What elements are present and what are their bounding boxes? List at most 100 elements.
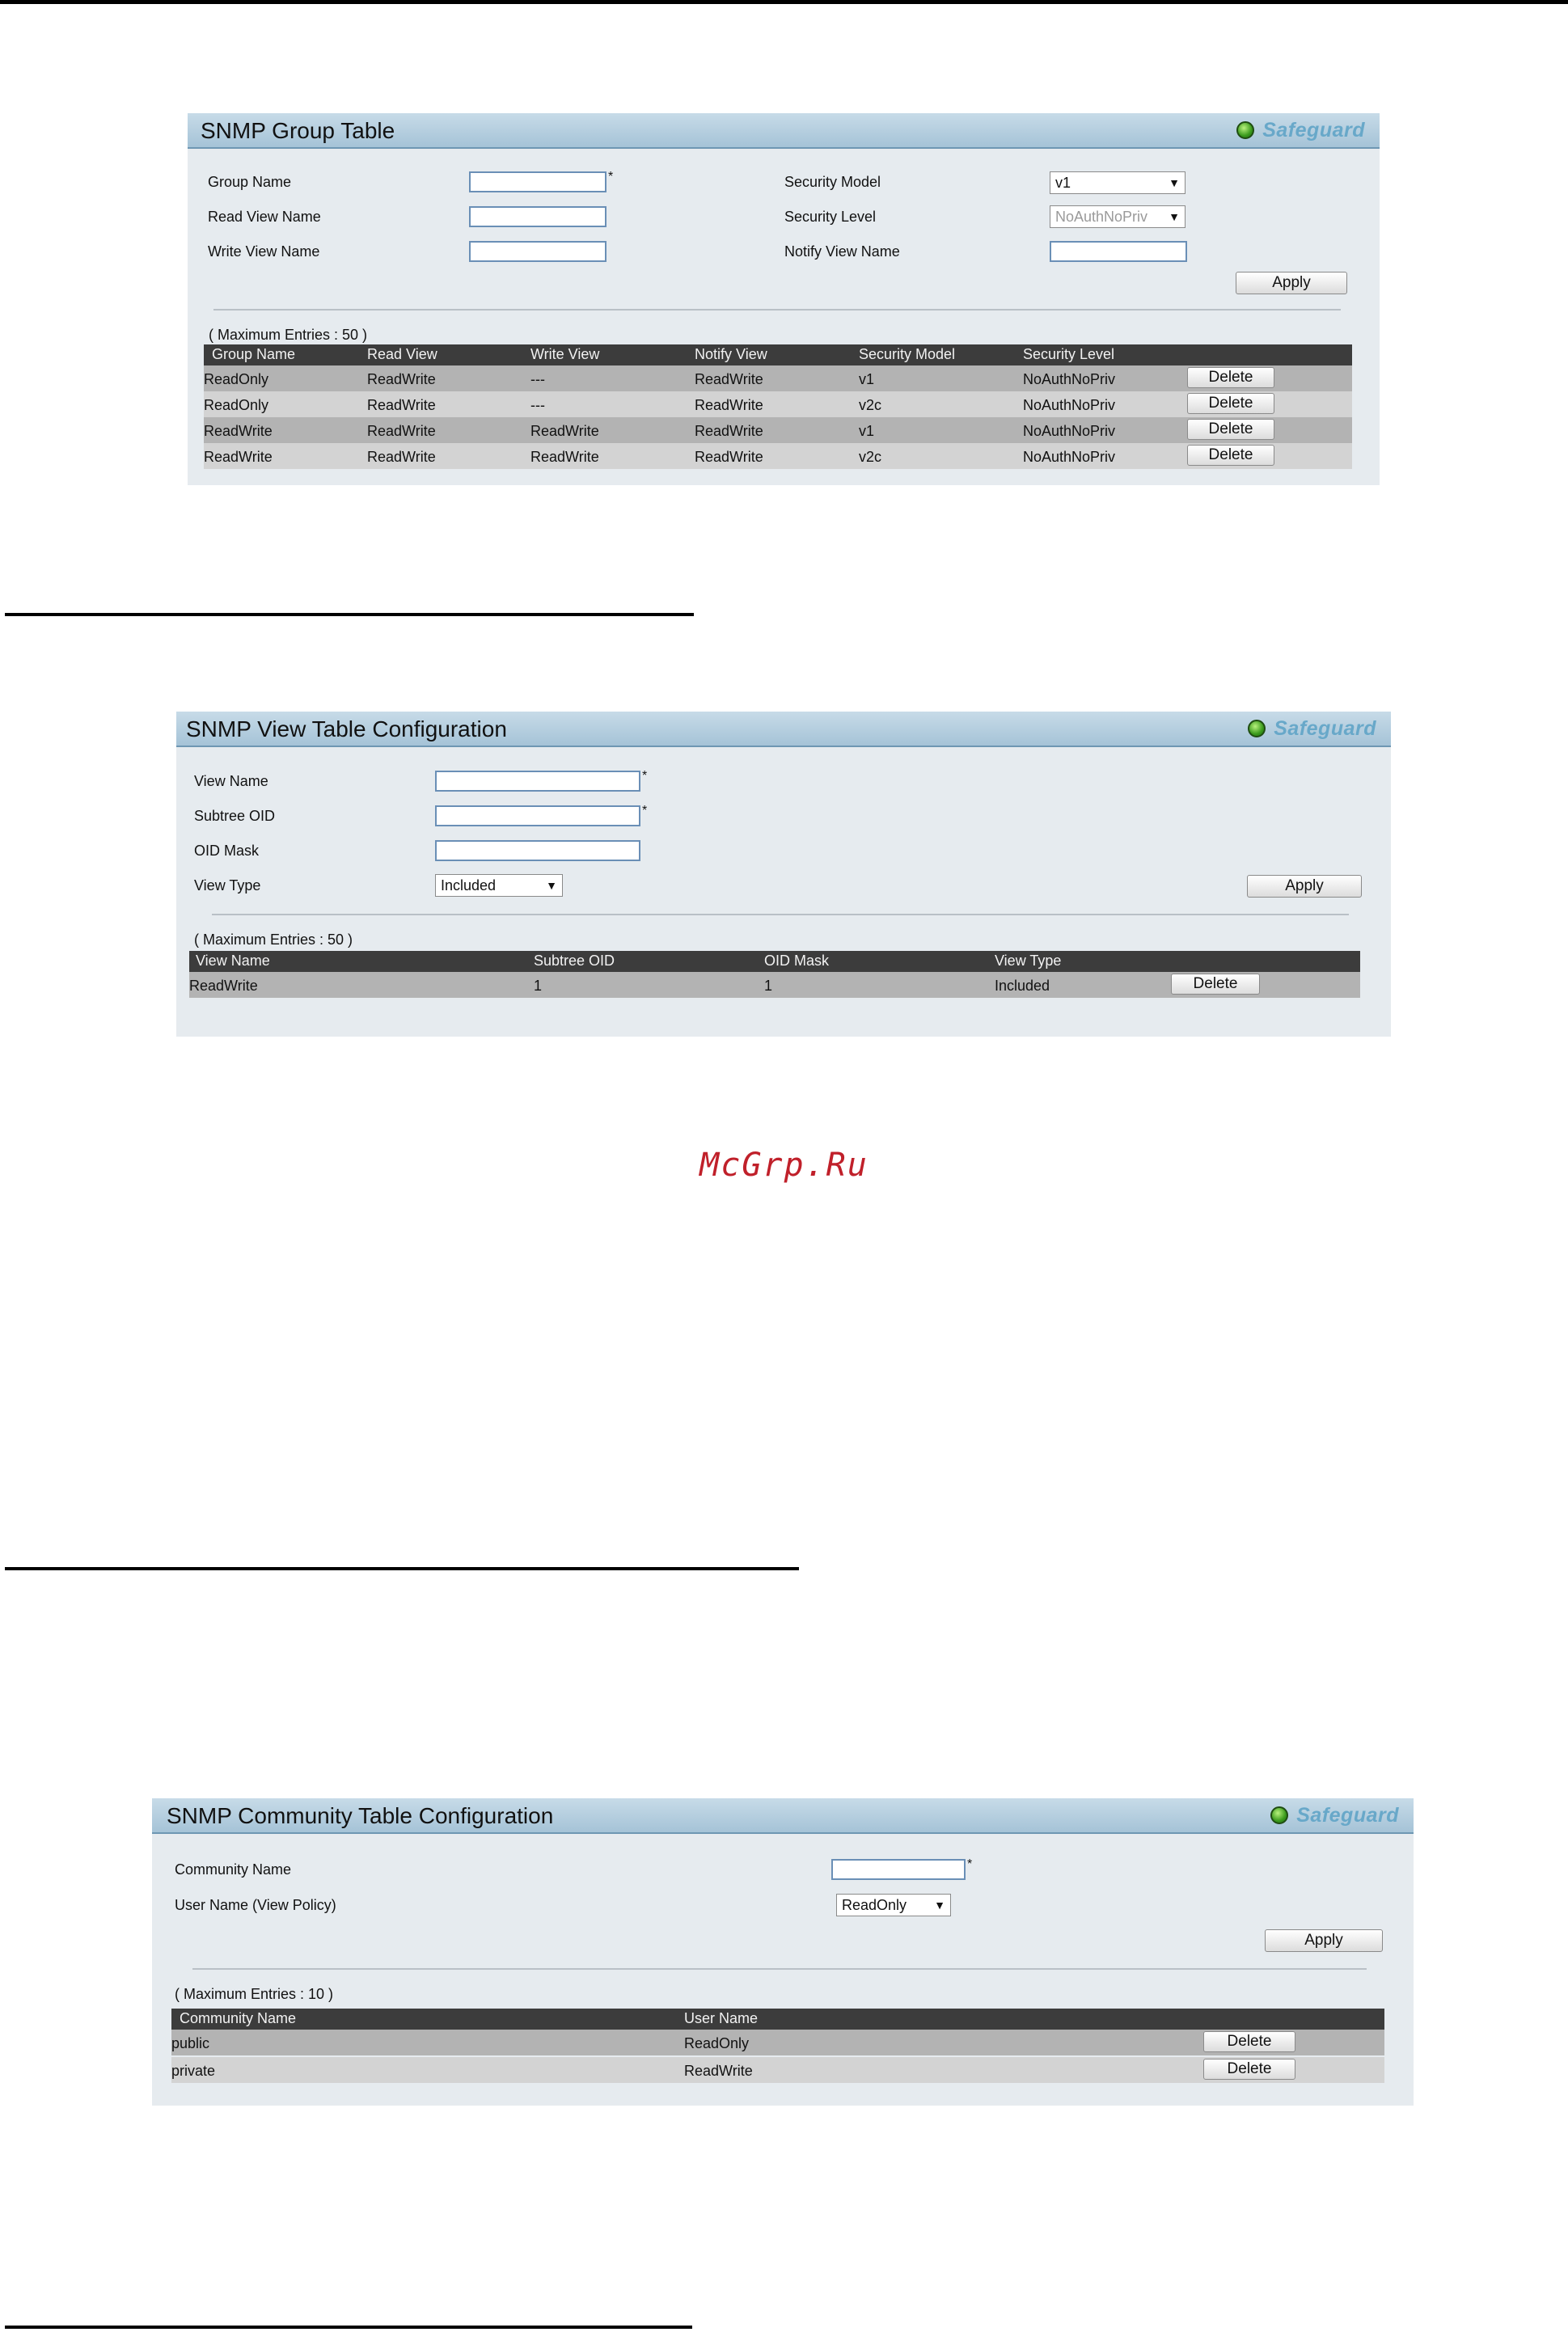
notify-view-name-input[interactable]: [1050, 241, 1187, 262]
security-level-value: NoAuthNoPriv: [1055, 209, 1148, 225]
column-header: Subtree OID: [534, 953, 615, 969]
safeguard-indicator: Safeguard: [1270, 1804, 1399, 1827]
table-cell: ReadWrite: [204, 449, 273, 465]
table-row: private ReadWrite Delete: [171, 2057, 1384, 2083]
view-type-value: Included: [441, 877, 497, 894]
table-cell: v2c: [859, 397, 882, 413]
apply-button[interactable]: Apply: [1265, 1929, 1383, 1952]
panel-title: SNMP View Table Configuration: [186, 716, 507, 741]
community-name-input[interactable]: [831, 1859, 966, 1880]
user-name-label: User Name (View Policy): [175, 1897, 336, 1913]
table-cell: ReadWrite: [367, 423, 436, 439]
table-cell: ReadWrite: [695, 397, 763, 413]
user-name-value: ReadOnly: [842, 1897, 907, 1913]
panel-header: SNMP Community Table Configuration Safeg…: [152, 1798, 1414, 1834]
security-model-select[interactable]: v1 ▼: [1050, 171, 1186, 194]
column-header: Group Name: [212, 346, 296, 362]
subtree-oid-label: Subtree OID: [194, 808, 276, 824]
read-view-name-label: Read View Name: [208, 209, 321, 225]
view-type-label: View Type: [194, 877, 261, 894]
panel-header: SNMP View Table Configuration Safeguard: [176, 712, 1391, 747]
table-header: View Name Subtree OID OID Mask View Type: [189, 951, 1360, 972]
panel-title: SNMP Group Table: [201, 118, 395, 143]
table-cell: v1: [859, 371, 875, 387]
view-name-input[interactable]: [435, 771, 640, 792]
safeguard-label: Safeguard: [1296, 1803, 1399, 1827]
column-header: OID Mask: [764, 953, 830, 969]
view-name-label: View Name: [194, 773, 268, 789]
table-cell: ReadWrite: [367, 371, 436, 387]
table-cell: 1: [534, 978, 543, 994]
oid-mask-input[interactable]: [435, 840, 640, 861]
table-cell: v2c: [859, 449, 882, 465]
delete-button[interactable]: Delete: [1171, 974, 1260, 995]
table-row: ReadWrite ReadWrite ReadWrite ReadWrite …: [204, 417, 1352, 443]
security-level-select[interactable]: NoAuthNoPriv ▼: [1050, 205, 1186, 228]
table-cell: ---: [530, 397, 545, 413]
delete-button[interactable]: Delete: [1203, 2059, 1295, 2080]
safeguard-status-icon: [1270, 1806, 1289, 1824]
apply-button[interactable]: Apply: [1236, 272, 1347, 294]
table-row: public ReadOnly Delete: [171, 2030, 1384, 2055]
safeguard-status-icon: [1236, 121, 1255, 139]
safeguard-status-icon: [1248, 720, 1266, 737]
table-cell: NoAuthNoPriv: [1023, 397, 1116, 413]
column-header: Security Model: [859, 346, 956, 362]
required-mark: *: [608, 170, 614, 184]
table-row: ReadWrite 1 1 Included Delete: [189, 972, 1360, 998]
column-header: Notify View: [695, 346, 767, 362]
column-header: User Name: [684, 2010, 759, 2026]
table-cell: NoAuthNoPriv: [1023, 449, 1116, 465]
section-rule: [5, 1567, 799, 1570]
write-view-name-label: Write View Name: [208, 243, 320, 260]
delete-button[interactable]: Delete: [1203, 2031, 1295, 2052]
security-model-label: Security Model: [784, 174, 881, 190]
section-rule: [5, 613, 694, 616]
column-header: Write View: [530, 346, 600, 362]
apply-button[interactable]: Apply: [1247, 875, 1362, 898]
max-entries-note: ( Maximum Entries : 50 ): [209, 327, 368, 343]
max-entries-note: ( Maximum Entries : 50 ): [194, 932, 353, 948]
table-cell: ReadOnly: [204, 371, 269, 387]
delete-button[interactable]: Delete: [1187, 367, 1274, 388]
table-cell: ReadOnly: [684, 2035, 750, 2051]
table-cell: ReadWrite: [530, 449, 599, 465]
safeguard-label: Safeguard: [1274, 716, 1376, 740]
table-cell: private: [171, 2063, 216, 2079]
table-cell: ReadWrite: [204, 423, 273, 439]
divider: [213, 309, 1341, 311]
oid-mask-label: OID Mask: [194, 843, 260, 859]
column-header: View Type: [995, 953, 1062, 969]
security-model-value: v1: [1055, 175, 1071, 191]
subtree-oid-input[interactable]: [435, 805, 640, 826]
table-cell: NoAuthNoPriv: [1023, 423, 1116, 439]
required-mark: *: [642, 769, 648, 783]
table-row: ReadOnly ReadWrite --- ReadWrite v1 NoAu…: [204, 365, 1352, 391]
table-cell: ReadWrite: [695, 449, 763, 465]
top-border: [0, 0, 1568, 4]
panel-title: SNMP Community Table Configuration: [167, 1803, 554, 1828]
required-mark: *: [967, 1857, 973, 1871]
table-row: ReadOnly ReadWrite --- ReadWrite v2c NoA…: [204, 391, 1352, 417]
snmp-view-table-panel: SNMP View Table Configuration Safeguard …: [176, 712, 1391, 1037]
read-view-name-input[interactable]: [469, 206, 606, 227]
section-rule: [5, 2326, 692, 2329]
delete-button[interactable]: Delete: [1187, 445, 1274, 466]
write-view-name-input[interactable]: [469, 241, 606, 262]
delete-button[interactable]: Delete: [1187, 419, 1274, 440]
safeguard-label: Safeguard: [1262, 118, 1365, 142]
view-type-select[interactable]: Included ▼: [435, 874, 563, 897]
table-cell: ReadWrite: [367, 449, 436, 465]
table-row: ReadWrite ReadWrite ReadWrite ReadWrite …: [204, 443, 1352, 469]
divider: [192, 1968, 1367, 1970]
chevron-down-icon: ▼: [1169, 210, 1180, 223]
column-header: View Name: [196, 953, 270, 969]
notify-view-name-label: Notify View Name: [784, 243, 900, 260]
safeguard-indicator: Safeguard: [1248, 717, 1376, 740]
divider: [212, 914, 1349, 915]
chevron-down-icon: ▼: [1169, 176, 1180, 189]
delete-button[interactable]: Delete: [1187, 393, 1274, 414]
chevron-down-icon: ▼: [934, 1899, 945, 1912]
user-name-select[interactable]: ReadOnly ▼: [836, 1894, 951, 1916]
group-name-input[interactable]: [469, 171, 606, 192]
